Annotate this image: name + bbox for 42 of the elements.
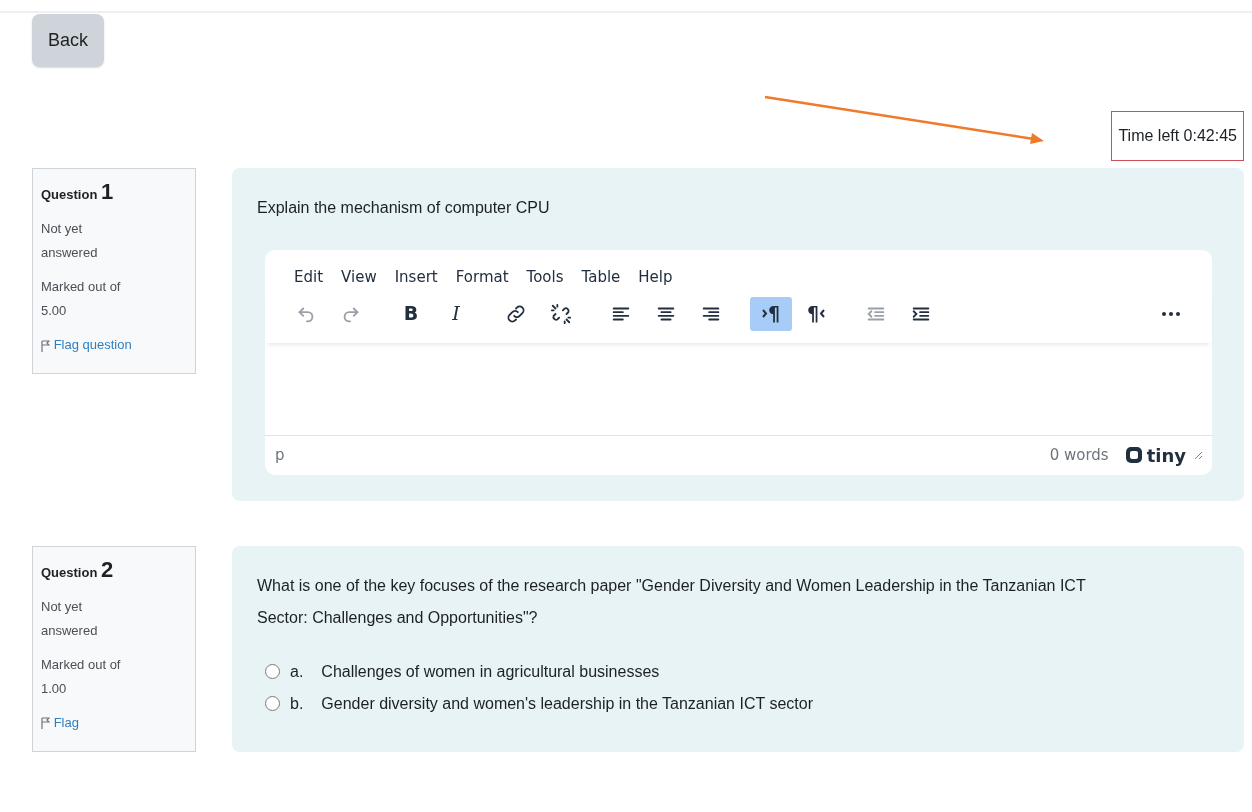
bold-button[interactable]: B [390, 296, 432, 331]
element-path: p [275, 444, 285, 466]
option-label: Challenges of women in agricultural businesses [321, 661, 660, 682]
menu-item[interactable]: Tools [521, 262, 569, 293]
flag-icon [41, 717, 50, 730]
flag-icon [41, 339, 50, 352]
question-number: 1 [100, 179, 114, 204]
question-marks: Marked out of 5.00 [41, 278, 122, 321]
radio-button[interactable] [265, 664, 280, 679]
left-to-right-button[interactable]: ¶ [750, 296, 792, 331]
menu-item[interactable]: Table [576, 262, 626, 293]
resize-handle-icon[interactable] [1194, 451, 1202, 459]
option-label: Gender diversity and women's leadership in the Tanzanian ICT sector [321, 693, 813, 714]
chevron-icon [761, 309, 768, 318]
question-number: 2 [100, 556, 114, 582]
option-letter: b. [290, 693, 304, 714]
flag-question-link[interactable]: Flag [53, 714, 79, 730]
question-status: Not yet answered [41, 220, 99, 263]
question-marks: Marked out of 1.00 [41, 655, 122, 698]
menu-item[interactable]: Format [450, 262, 514, 293]
flag-question-link[interactable]: Flag question [53, 337, 132, 353]
chevron-icon [819, 309, 826, 318]
question-heading: Question [41, 564, 98, 580]
menu-item[interactable]: View [336, 262, 382, 293]
question-heading: Question [41, 187, 98, 202]
menu-item[interactable]: Help [633, 262, 678, 293]
more-icon [1162, 311, 1180, 316]
radio-button[interactable] [265, 696, 280, 711]
brand-name: tiny [1146, 443, 1186, 468]
menu-item[interactable]: Insert [389, 262, 443, 293]
question-status: Not yet answered [41, 597, 99, 640]
unlink-icon [550, 302, 572, 325]
italic-button[interactable]: I [435, 296, 477, 331]
brand-logo-icon [1124, 446, 1143, 464]
question-text: What is one of the key focuses of the research paper "Gender Diversity and Women Leadership in the Tanzanian ICT Sector: Challenges and Opportunities"? [257, 575, 1087, 628]
timer-label: Time left 0:42:45 [1111, 111, 1244, 161]
question-text: Explain the mechanism of computer CPU [257, 198, 551, 218]
menu-item[interactable]: Edit [289, 262, 329, 293]
option-letter: a. [290, 661, 304, 682]
back-button[interactable]: Back [32, 14, 105, 67]
word-count: 0 words [1049, 444, 1109, 466]
right-to-left-button[interactable]: ¶ [795, 296, 837, 331]
